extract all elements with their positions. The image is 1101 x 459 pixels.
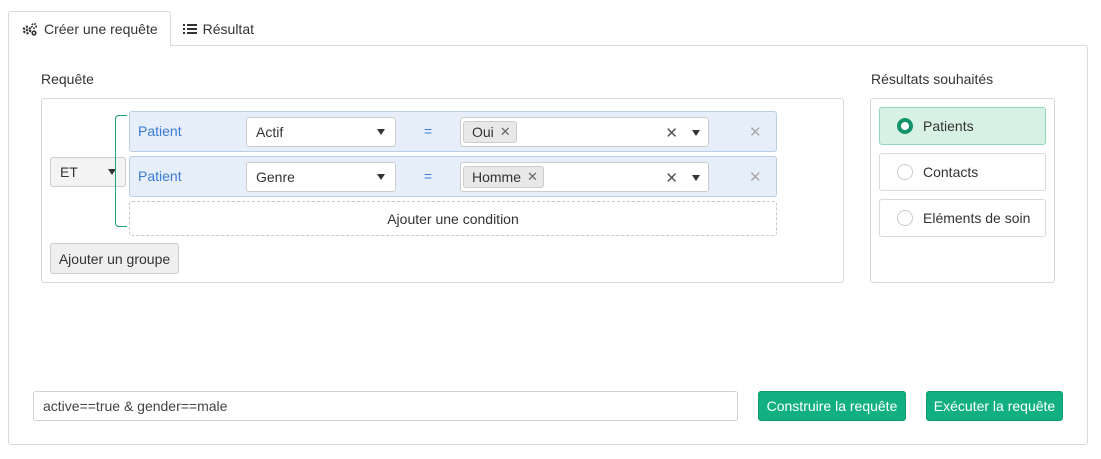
clear-icon[interactable]: ✕ [665, 169, 678, 187]
condition-entity: Patient [138, 168, 182, 184]
value-chip: Oui ✕ [463, 121, 517, 143]
results-options-box: Patients Contacts Eléments de soin [870, 98, 1055, 283]
value-chip: Homme ✕ [463, 166, 544, 188]
result-option-care-elements[interactable]: Eléments de soin [879, 199, 1046, 237]
execute-query-button[interactable]: Exécuter la requête [926, 391, 1063, 421]
build-query-button[interactable]: Construire la requête [758, 391, 906, 421]
tab-result[interactable]: Résultat [171, 11, 266, 46]
radio-icon [897, 210, 913, 226]
tab-create-query[interactable]: Créer une requête [8, 11, 171, 46]
chevron-down-icon [377, 174, 385, 180]
result-option-label: Eléments de soin [923, 210, 1031, 226]
chevron-down-icon [377, 129, 385, 135]
remove-chip-icon[interactable]: ✕ [500, 124, 511, 140]
result-option-contacts[interactable]: Contacts [879, 153, 1046, 191]
value-chip-label: Homme [472, 169, 522, 185]
clear-icon[interactable]: ✕ [665, 124, 678, 142]
condition-row: Patient Genre = Homme ✕ ✕ ✕ [129, 156, 777, 197]
condition-field-value: Actif [256, 124, 284, 140]
remove-condition-icon[interactable]: ✕ [749, 168, 762, 186]
remove-chip-icon[interactable]: ✕ [527, 169, 538, 185]
radio-selected-icon [897, 118, 913, 134]
query-text-field[interactable]: active==true & gender==male [33, 391, 738, 421]
remove-condition-icon[interactable]: ✕ [749, 123, 762, 141]
tab-result-label: Résultat [202, 20, 254, 37]
value-chip-label: Oui [472, 124, 494, 140]
gears-icon [21, 22, 38, 36]
add-group-button[interactable]: Ajouter un groupe [50, 243, 179, 274]
list-icon [182, 23, 197, 35]
condition-values-select[interactable]: Oui ✕ ✕ [460, 117, 709, 147]
chevron-down-icon[interactable] [692, 130, 700, 136]
condition-field-select[interactable]: Actif [246, 117, 396, 147]
add-condition-button[interactable]: Ajouter une condition [129, 201, 777, 236]
query-section-title: Requête [41, 71, 94, 87]
condition-field-value: Genre [256, 169, 295, 185]
condition-values-select[interactable]: Homme ✕ ✕ [460, 162, 709, 192]
result-option-patients[interactable]: Patients [879, 107, 1046, 145]
tab-create-query-label: Créer une requête [44, 20, 158, 37]
tab-bar: Créer une requête Résultat [8, 11, 266, 46]
result-option-label: Contacts [923, 164, 979, 180]
logic-operator-value: ET [60, 164, 78, 180]
radio-icon [897, 164, 913, 180]
condition-operator[interactable]: = [424, 123, 432, 139]
results-section-title: Résultats souhaités [871, 71, 994, 87]
result-option-label: Patients [923, 118, 974, 134]
condition-row: Patient Actif = Oui ✕ ✕ ✕ [129, 111, 777, 152]
condition-entity: Patient [138, 123, 182, 139]
condition-operator[interactable]: = [424, 168, 432, 184]
group-bracket [115, 115, 127, 227]
chevron-down-icon[interactable] [692, 175, 700, 181]
condition-field-select[interactable]: Genre [246, 162, 396, 192]
